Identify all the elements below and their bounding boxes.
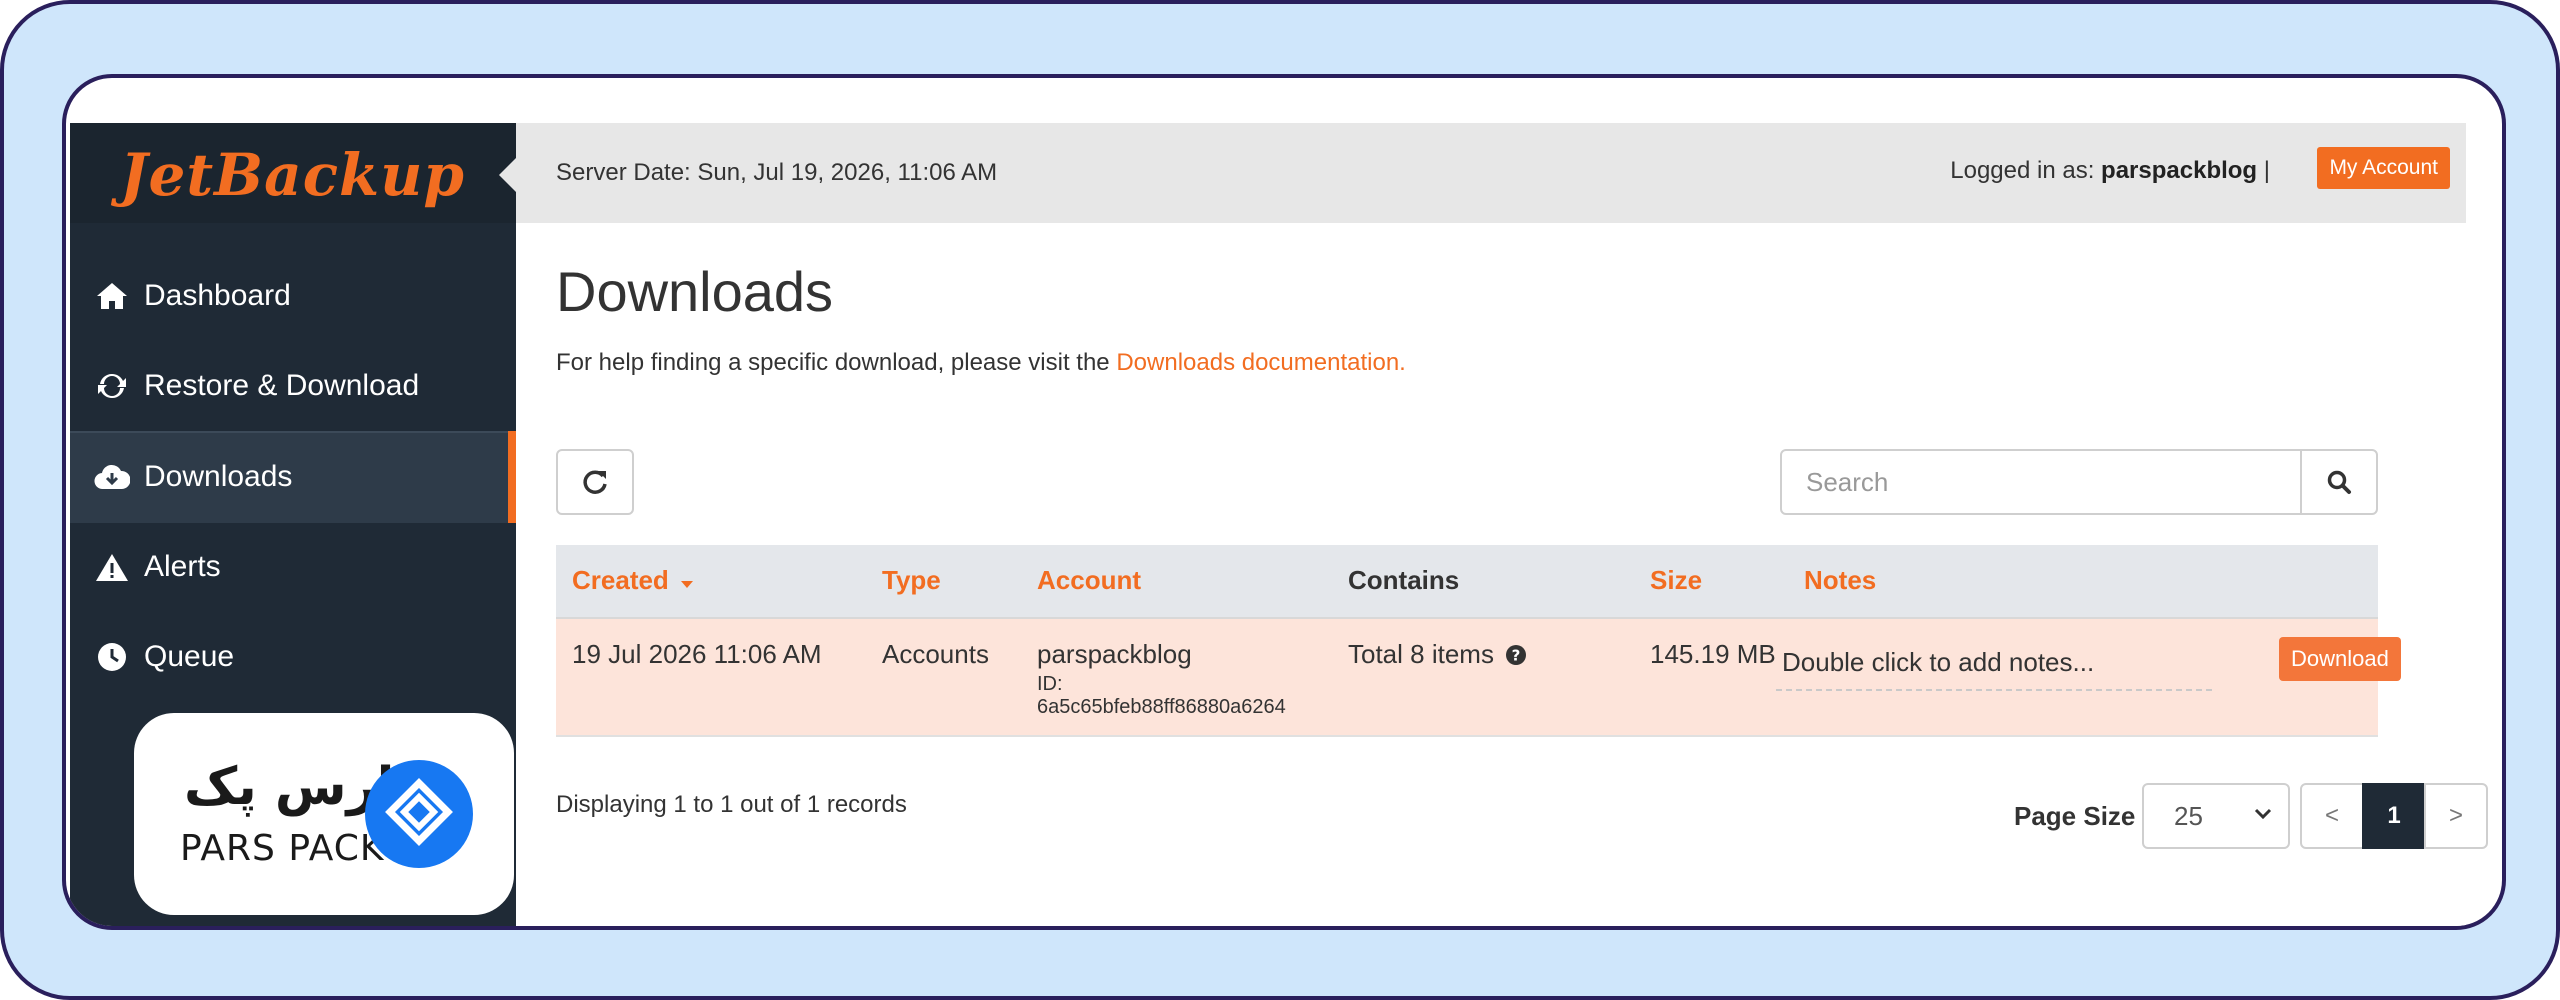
sidebar-item-dashboard[interactable]: Dashboard [70,250,516,342]
parspack-english-text: PARS PACK [180,828,385,869]
search-icon [2327,470,2351,494]
refresh-icon [583,470,607,494]
warning-icon [92,552,132,582]
jetbackup-logo[interactable]: JetBackup [120,141,465,209]
pagination-next[interactable]: > [2424,783,2488,849]
cell-type: Accounts [882,639,989,669]
logged-in-info: Logged in as: parspackblog | [1950,157,2270,185]
outer-frame: JetBackup Dashboard Restore & Download D… [0,0,2560,1000]
page-title: Downloads [556,260,834,323]
search-box [1780,449,2378,515]
column-header-created[interactable]: Created [572,565,694,596]
sidebar-item-queue[interactable]: Queue [70,611,516,703]
sidebar-item-downloads[interactable]: Downloads [70,431,516,523]
column-header-contains: Contains [1348,565,1460,595]
column-header-account[interactable]: Account [1037,565,1141,596]
cell-account-id: 6a5c65bfeb88ff86880a6264 [1037,696,1286,718]
search-button[interactable] [2300,451,2376,513]
my-account-button[interactable]: My Account [2317,147,2450,189]
search-input[interactable] [1782,451,2302,513]
notes-field[interactable]: Double click to add notes... [1776,643,2212,691]
pagination-page[interactable]: 1 [2362,783,2426,849]
brand-header: JetBackup [70,123,517,223]
page-size-value: 25 [2174,800,2203,831]
table-row[interactable]: 19 Jul 2026 11:06 AM Accounts parspackbl… [556,617,2401,737]
svg-text:?: ? [1512,647,1521,665]
column-header-label: Created [572,565,669,595]
sidebar-item-label: Alerts [144,550,221,583]
pagination-prev[interactable]: < [2300,783,2364,849]
refresh-button[interactable] [556,449,634,515]
cloud-download-icon [92,463,132,491]
cell-size: 145.19 MB [1650,639,1776,669]
sidebar-item-label: Restore & Download [144,369,420,402]
sort-desc-icon [681,581,694,588]
records-summary: Displaying 1 to 1 out of 1 records [556,791,907,818]
page-size-select[interactable]: 25 [2142,783,2290,849]
help-circle-icon[interactable]: ? [1505,644,1527,666]
table-header: Created Type Account Contains Size Notes [556,545,2378,617]
sidebar-item-alerts[interactable]: Alerts [70,521,516,613]
inner-frame: JetBackup Dashboard Restore & Download D… [62,74,2506,930]
column-header-size[interactable]: Size [1650,565,1702,596]
downloads-documentation-link[interactable]: Downloads documentation. [1116,349,1406,376]
logged-in-label: Logged in as: [1950,157,2095,184]
pagination: < 1 > [2300,783,2488,849]
server-date: Server Date: Sun, Jul 19, 2026, 11:06 AM [556,159,998,186]
cell-account: parspackblog [1037,639,1192,669]
refresh-icon [92,370,132,402]
column-header-notes[interactable]: Notes [1804,565,1876,596]
help-text: For help finding a specific download, pl… [556,349,1406,377]
sidebar-item-label: Queue [144,640,235,673]
help-text-body: For help finding a specific download, pl… [556,349,1110,376]
page-size-label: Page Size [2014,801,2136,831]
home-icon [92,281,132,311]
sidebar-item-label: Downloads [144,460,293,493]
main-content: Server Date: Sun, Jul 19, 2026, 11:06 AM… [516,123,2488,926]
app-window: JetBackup Dashboard Restore & Download D… [70,123,2488,926]
topbar: Server Date: Sun, Jul 19, 2026, 11:06 AM… [516,123,2466,223]
column-header-type[interactable]: Type [882,565,941,596]
cell-created: 19 Jul 2026 11:06 AM [572,639,822,669]
download-button[interactable]: Download [2279,637,2401,681]
sidebar-caret-icon [499,157,517,193]
clock-icon [92,642,132,672]
separator: | [2263,157,2270,184]
cell-contains: Total 8 items ? [1348,639,1527,670]
parspack-diamond-icon [365,760,473,868]
sidebar-item-label: Dashboard [144,279,291,312]
cell-account-id-label: ID: [1037,673,1063,695]
chevron-down-icon [2254,808,2272,820]
sidebar-item-restore-download[interactable]: Restore & Download [70,340,516,432]
contains-text: Total 8 items [1348,639,1494,669]
username: parspackblog [2101,157,2258,184]
parspack-logo-badge: پارس پک PARS PACK [134,713,514,915]
